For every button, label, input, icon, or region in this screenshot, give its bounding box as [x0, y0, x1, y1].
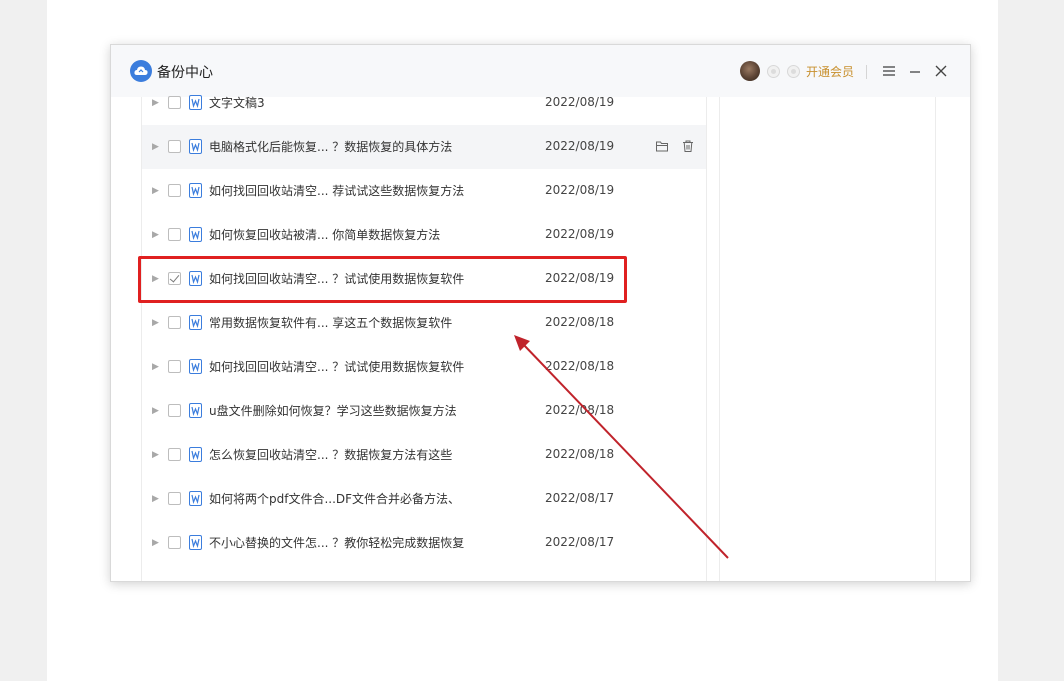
annotation-arrow [514, 335, 729, 559]
